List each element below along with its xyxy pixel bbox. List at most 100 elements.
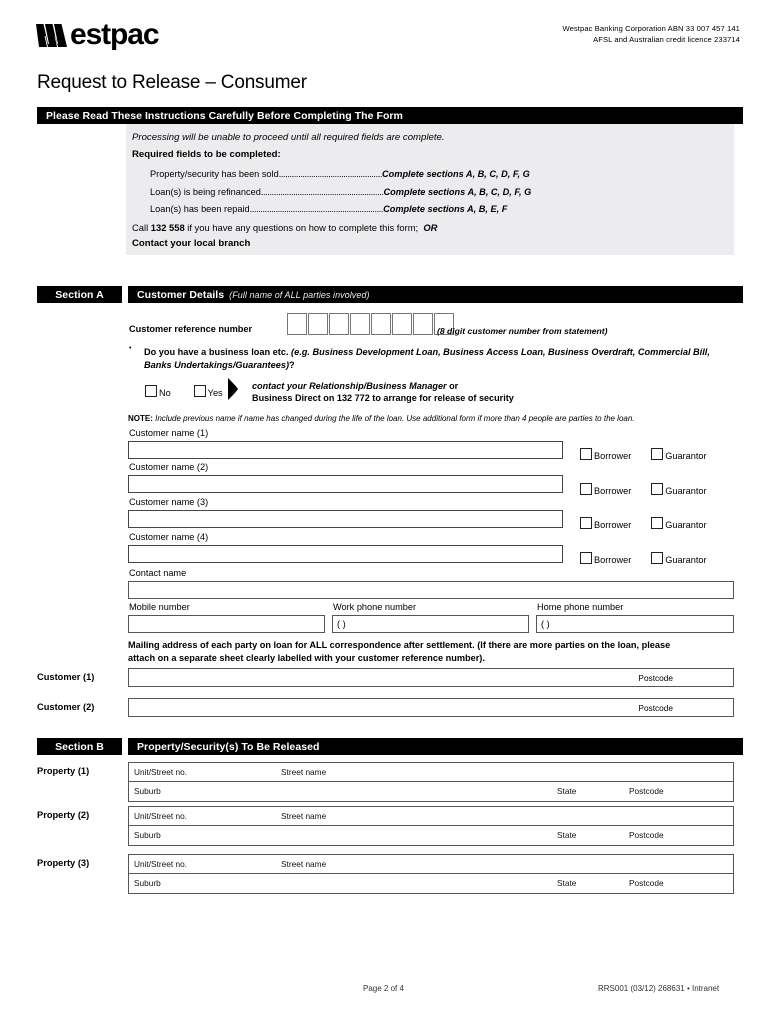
corporate-line-1: Westpac Banking Corporation ABN 33 007 4…: [562, 24, 740, 33]
branch-line: Contact your local branch: [132, 238, 251, 249]
business-loan-no-label: No: [159, 388, 171, 398]
borrower-label: Borrower: [594, 555, 632, 565]
section-a-header: Customer Details (Full name of ALL parti…: [128, 286, 743, 303]
section-b-tag-label: Section B: [55, 740, 104, 753]
property-2-table: Unit/Street no. Street name Suburb State…: [128, 806, 734, 846]
customer-1-address-input[interactable]: Postcode: [128, 668, 734, 687]
mailing-bold: ALL: [309, 640, 328, 650]
home-phone-input[interactable]: ( ): [536, 615, 734, 633]
mobile-number-input[interactable]: [128, 615, 325, 633]
guarantor-checkbox[interactable]: [651, 448, 664, 460]
crn-hint: (8 digit customer number from statement): [437, 326, 608, 336]
page-header: estpac Westpac Banking Corporation ABN 3…: [0, 0, 770, 62]
customer-name-label: Customer name (3): [129, 497, 209, 507]
customer-name-label: Customer name (1): [129, 428, 209, 438]
unit-street-label: Unit/Street no.: [134, 767, 188, 777]
required-row-dots: ........................................…: [249, 204, 384, 214]
guarantor-checkbox[interactable]: [651, 483, 664, 495]
guarantor-label: Guarantor: [665, 486, 707, 496]
business-loan-no-checkbox[interactable]: [145, 385, 157, 397]
business-direct-prefix: Business Direct on: [252, 393, 337, 403]
property-3-suburb-row[interactable]: Suburb State Postcode: [129, 874, 733, 893]
postcode-label: Postcode: [629, 878, 664, 888]
required-row-answer: Complete sections A, B, C, D, F, G: [383, 186, 532, 197]
note-line: NOTE: Include previous name if name has …: [128, 414, 738, 423]
property-1-suburb-row[interactable]: Suburb State Postcode: [129, 782, 733, 801]
required-row: Loan(s) has been repaid.................…: [150, 204, 734, 214]
guarantor-checkbox[interactable]: [651, 552, 664, 564]
customer-2-roles: Borrower Guarantor: [580, 481, 707, 499]
work-phone-value: ( ): [337, 619, 346, 629]
customer-name-input[interactable]: [128, 510, 563, 528]
westpac-logo-text: estpac: [70, 18, 160, 51]
crn-label: Customer reference number: [129, 324, 253, 334]
call-prefix: Call: [132, 222, 151, 233]
business-loan-yes-checkbox[interactable]: [193, 385, 206, 397]
crn-digit-box[interactable]: [287, 313, 307, 335]
business-question-end: ?: [289, 359, 295, 370]
customer-2-side-label: Customer (2): [37, 702, 95, 712]
guarantor-checkbox[interactable]: [651, 517, 664, 529]
crn-input-group[interactable]: [287, 313, 455, 340]
property-2-street-row[interactable]: Unit/Street no. Street name: [129, 807, 733, 826]
guarantor-label: Guarantor: [665, 520, 707, 530]
section-a-tag-label: Section A: [55, 288, 104, 301]
customer-name-label: Customer name (4): [129, 532, 209, 542]
street-name-label: Street name: [281, 767, 327, 777]
borrower-checkbox[interactable]: [580, 517, 592, 529]
mailing-text-3: attach on a separate sheet clearly label…: [128, 652, 485, 663]
westpac-w-logo: [36, 22, 69, 53]
mailing-address-instructions: Mailing address of each party on loan fo…: [128, 639, 738, 664]
guarantor-label: Guarantor: [665, 555, 707, 565]
borrower-checkbox[interactable]: [580, 552, 592, 564]
business-contact-instructions: contact your Relationship/Business Manag…: [252, 380, 514, 404]
section-b-header: Property/Security(s) To Be Released: [128, 738, 743, 755]
required-row-answer: Complete sections A, B, E, F: [383, 204, 508, 214]
property-2-suburb-row[interactable]: Suburb State Postcode: [129, 826, 733, 845]
business-loan-options: No Yes: [145, 383, 223, 401]
street-name-label: Street name: [281, 811, 327, 821]
corporate-details: Westpac Banking Corporation ABN 33 007 4…: [562, 24, 740, 45]
note-label: NOTE:: [128, 414, 153, 423]
bullet-icon: •: [129, 345, 132, 352]
work-phone-input[interactable]: ( ): [332, 615, 529, 633]
page-title: Request to Release – Consumer: [37, 72, 307, 93]
crn-digit-box[interactable]: [392, 313, 412, 335]
mailing-text-1: Mailing address of each party on loan fo…: [128, 640, 310, 650]
property-1-table: Unit/Street no. Street name Suburb State…: [128, 762, 734, 802]
section-b-heading: Property/Security(s) To Be Released: [137, 740, 320, 753]
business-loan-question: Do you have a business loan etc. (e.g. B…: [144, 346, 739, 371]
state-label: State: [557, 878, 577, 888]
state-label: State: [557, 786, 577, 796]
customer-1-roles: Borrower Guarantor: [580, 446, 707, 464]
contact-name-input[interactable]: [128, 581, 734, 599]
crn-digit-box[interactable]: [350, 313, 370, 335]
required-row: Property/security has been sold.........…: [150, 169, 734, 179]
suburb-label: Suburb: [134, 830, 161, 840]
customer-2-address-input[interactable]: Postcode: [128, 698, 734, 717]
crn-digit-box[interactable]: [308, 313, 328, 335]
property-1-street-row[interactable]: Unit/Street no. Street name: [129, 763, 733, 782]
call-number: 132 558: [150, 222, 185, 233]
customer-name-input[interactable]: [128, 545, 563, 563]
property-3-street-row[interactable]: Unit/Street no. Street name: [129, 855, 733, 874]
required-row: Loan(s) is being refinanced.............…: [150, 187, 734, 197]
customer-name-input[interactable]: [128, 441, 563, 459]
section-a-heading: Customer Details: [137, 288, 225, 301]
crn-digit-box[interactable]: [329, 313, 349, 335]
contact-manager-or: or: [449, 381, 459, 391]
home-phone-value: ( ): [541, 619, 550, 629]
borrower-checkbox[interactable]: [580, 483, 592, 495]
customer-name-input[interactable]: [128, 475, 563, 493]
mobile-number-label: Mobile number: [129, 602, 190, 612]
borrower-label: Borrower: [594, 520, 632, 530]
state-label: State: [557, 830, 577, 840]
footer-reference: RRS001 (03/12) 268631 • Intranet: [598, 984, 720, 993]
section-a-heading-sub: (Full name of ALL parties involved): [229, 289, 370, 300]
crn-digit-box[interactable]: [371, 313, 391, 335]
instructions-header-label: Please Read These Instructions Carefully…: [46, 109, 403, 122]
borrower-checkbox[interactable]: [580, 448, 592, 460]
property-2-side-label: Property (2): [37, 810, 90, 820]
crn-digit-box[interactable]: [413, 313, 433, 335]
work-phone-label: Work phone number: [333, 602, 417, 612]
